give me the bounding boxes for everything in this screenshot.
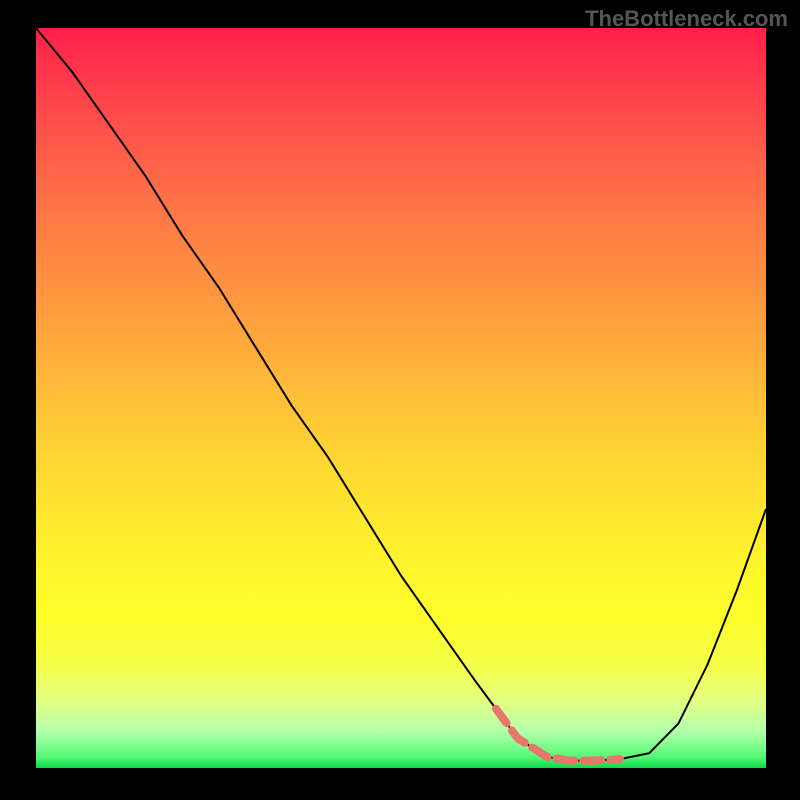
curve-line — [36, 28, 766, 761]
chart-container: TheBottleneck.com — [0, 0, 800, 800]
optimal-range-highlight — [496, 709, 620, 761]
plot-area — [36, 28, 766, 768]
bottleneck-curve — [36, 28, 766, 761]
watermark-text: TheBottleneck.com — [585, 6, 788, 32]
chart-svg — [36, 28, 766, 768]
